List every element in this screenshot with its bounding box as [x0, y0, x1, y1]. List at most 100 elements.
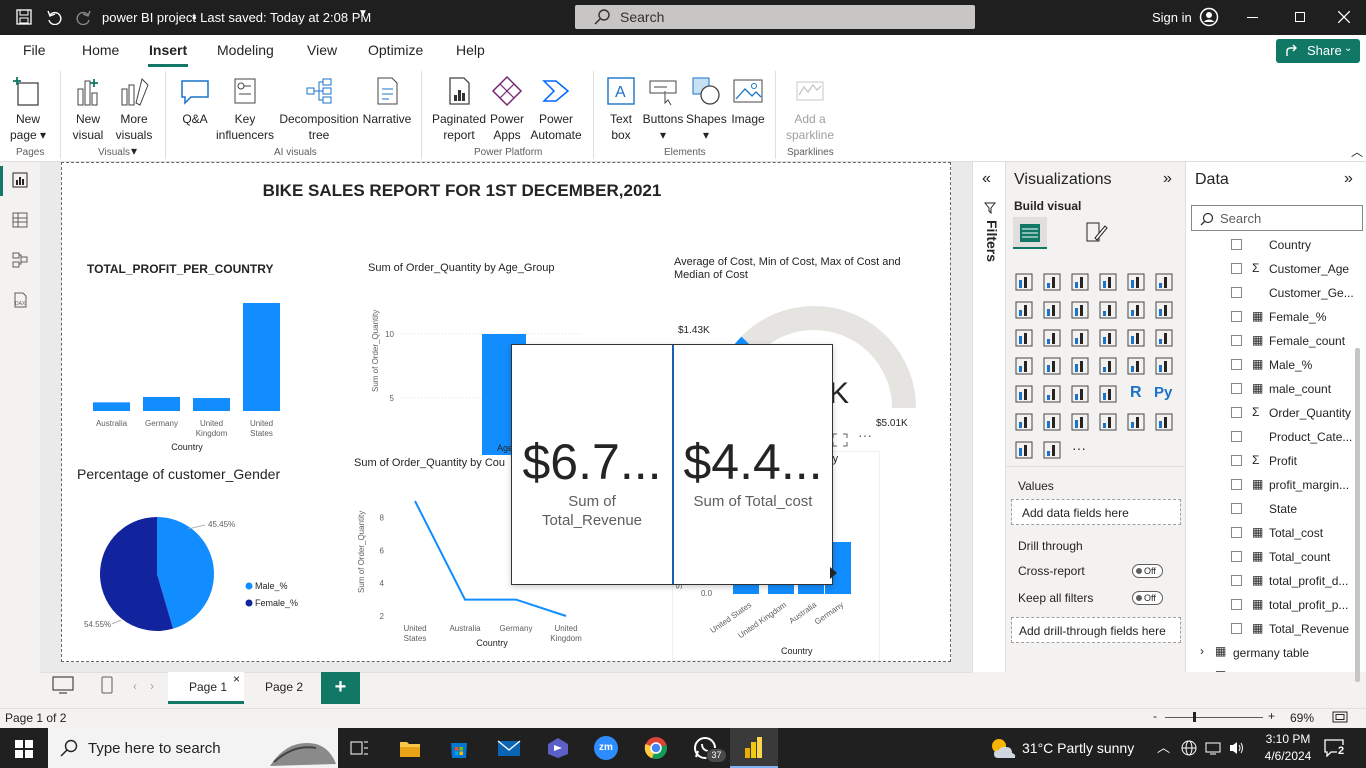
chevron-down-icon[interactable]: ▼: [358, 8, 368, 19]
qna-button[interactable]: Q&A: [176, 75, 214, 127]
field-row[interactable]: ▦ Total_Revenue: [1186, 618, 1354, 640]
menu-insert[interactable]: Insert: [149, 42, 187, 58]
goals-icon[interactable]: [1126, 412, 1146, 432]
search-input[interactable]: Search: [575, 5, 975, 29]
field-row[interactable]: ▦ male_count: [1186, 378, 1354, 400]
filled-map-icon[interactable]: [1042, 356, 1062, 376]
cross-report-toggle[interactable]: Off: [1132, 564, 1163, 578]
add-page-button[interactable]: +: [321, 672, 360, 704]
gender-pie-chart[interactable]: 45.45% 54.55% Male_% Female_%: [77, 503, 327, 638]
zoom-app-icon[interactable]: zm: [594, 736, 618, 760]
paginated-icon[interactable]: [1154, 412, 1174, 432]
new-page-button[interactable]: New page ▾: [8, 75, 48, 143]
power-bi-taskbar-button[interactable]: [730, 728, 778, 768]
table-icon[interactable]: [1070, 384, 1090, 404]
scroll-left-icon[interactable]: ‹: [133, 679, 137, 693]
menu-file[interactable]: File: [23, 42, 46, 58]
slicer-icon[interactable]: [1042, 384, 1062, 404]
undo-icon[interactable]: [46, 9, 62, 25]
menu-help[interactable]: Help: [456, 42, 485, 58]
globe-icon[interactable]: [1181, 740, 1197, 756]
waterfall-icon[interactable]: [1014, 328, 1034, 348]
close-icon[interactable]: [1338, 11, 1350, 23]
field-row[interactable]: ▦ Female_%: [1186, 306, 1354, 328]
mobile-layout-icon[interactable]: [101, 676, 113, 694]
windows-start-icon[interactable]: [15, 740, 33, 758]
sign-in-link[interactable]: Sign in: [1152, 10, 1192, 25]
clustered-bar-icon[interactable]: [1070, 272, 1090, 292]
field-row[interactable]: ▦ total_profit_d...: [1186, 570, 1354, 592]
clustered-column-icon[interactable]: [1098, 272, 1118, 292]
r-visual-icon[interactable]: R: [1126, 384, 1146, 404]
power-automate-button[interactable]: Power Automate: [527, 75, 585, 143]
area-icon[interactable]: [1042, 300, 1062, 320]
field-row[interactable]: Σ Customer_Age: [1186, 258, 1354, 280]
format-visual-icon[interactable]: [1084, 220, 1108, 244]
field-checkbox[interactable]: [1231, 455, 1242, 466]
field-checkbox[interactable]: [1231, 407, 1242, 418]
fit-to-page-icon[interactable]: [1332, 711, 1348, 723]
multi-row-card-icon[interactable]: [1154, 356, 1174, 376]
task-view-icon[interactable]: [350, 739, 370, 757]
model-view-icon[interactable]: [12, 252, 28, 268]
image-button[interactable]: Image: [728, 75, 768, 127]
power-automate-icon[interactable]: [1042, 440, 1062, 460]
power-apps-button[interactable]: Power Apps: [488, 75, 526, 143]
dax-query-view-icon[interactable]: DAX: [12, 292, 28, 308]
100-column-icon[interactable]: [1154, 272, 1174, 292]
keep-filters-toggle[interactable]: Off: [1132, 591, 1163, 605]
qna-icon[interactable]: [1070, 412, 1090, 432]
power-apps-icon[interactable]: [1014, 440, 1034, 460]
maximize-icon[interactable]: [1295, 12, 1305, 22]
field-row[interactable]: ▦ total_profit_p...: [1186, 594, 1354, 616]
share-button[interactable]: Share ⌄: [1276, 39, 1360, 63]
user-avatar-icon[interactable]: [1199, 7, 1219, 27]
field-row[interactable]: Country: [1186, 234, 1354, 256]
microsoft-store-icon[interactable]: [448, 737, 470, 759]
field-checkbox[interactable]: [1231, 287, 1242, 298]
line-clustered-icon[interactable]: [1126, 300, 1146, 320]
field-checkbox[interactable]: [1231, 311, 1242, 322]
tab-page-1[interactable]: Page 1 ×: [168, 672, 244, 704]
revenue-card[interactable]: $6.7... Sum of Total_Revenue: [512, 345, 672, 584]
focus-mode-icon[interactable]: [832, 433, 848, 447]
collapse-ribbon-icon[interactable]: ︿: [1351, 143, 1363, 160]
chevron-right-icon[interactable]: ›: [1200, 668, 1204, 672]
values-drop-zone[interactable]: Add data fields here: [1011, 499, 1181, 525]
file-explorer-icon[interactable]: [399, 738, 421, 758]
clock-time[interactable]: 3:10 PM: [1258, 732, 1318, 746]
mail-icon[interactable]: [497, 739, 521, 757]
field-checkbox[interactable]: [1231, 359, 1242, 370]
taskbar-search-box[interactable]: Type here to search: [48, 728, 338, 768]
treemap-icon[interactable]: [1154, 328, 1174, 348]
field-checkbox[interactable]: [1231, 527, 1242, 538]
field-row[interactable]: ▦ Total_count: [1186, 546, 1354, 568]
field-checkbox[interactable]: [1231, 551, 1242, 562]
python-visual-icon[interactable]: Py: [1154, 384, 1174, 404]
report-page[interactable]: BIKE SALES REPORT FOR 1ST DECEMBER,2021 …: [61, 162, 951, 662]
table-row[interactable]: › ▦ germany table: [1186, 642, 1354, 664]
field-row[interactable]: State: [1186, 498, 1354, 520]
minimize-icon[interactable]: [1247, 17, 1258, 18]
decomposition-tree-button[interactable]: Decomposition tree: [278, 75, 360, 143]
field-row[interactable]: ▦ profit_margin...: [1186, 474, 1354, 496]
filters-pane[interactable]: « Filters: [972, 162, 1005, 672]
bar-bottom-2[interactable]: [798, 583, 824, 594]
report-view-icon[interactable]: [12, 172, 28, 188]
network-icon[interactable]: [1205, 740, 1223, 756]
map-icon[interactable]: [1014, 356, 1034, 376]
profit-by-country-chart[interactable]: Australia Germany UnitedKingdomUnitedState…: [82, 288, 292, 458]
stacked-area-icon[interactable]: [1070, 300, 1090, 320]
scatter-icon[interactable]: [1070, 328, 1090, 348]
data-search-input[interactable]: Search: [1191, 205, 1363, 231]
kpi-icon[interactable]: [1014, 384, 1034, 404]
bar-bottom-1[interactable]: [768, 583, 794, 594]
menu-view[interactable]: View: [307, 42, 337, 58]
narrative-icon[interactable]: [1098, 412, 1118, 432]
stacked-column-icon[interactable]: [1042, 272, 1062, 292]
field-checkbox[interactable]: [1231, 239, 1242, 250]
menu-modeling[interactable]: Modeling: [217, 42, 274, 58]
pie-icon[interactable]: [1098, 328, 1118, 348]
bar-bottom-0[interactable]: [733, 583, 759, 594]
azure-map-icon[interactable]: [1070, 356, 1090, 376]
